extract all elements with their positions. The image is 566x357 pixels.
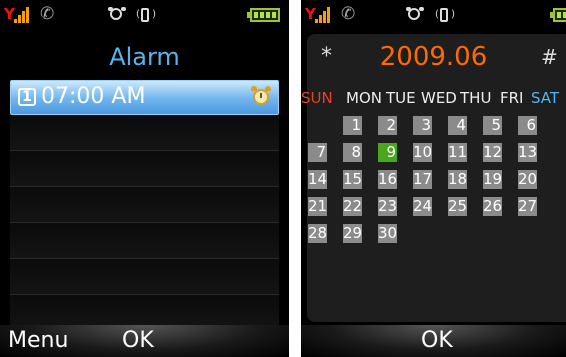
- weekday-label: WED: [421, 89, 457, 107]
- menu-softkey[interactable]: Menu: [8, 325, 68, 357]
- page-title: Alarm: [109, 43, 180, 71]
- alarm-set-icon: [250, 86, 272, 108]
- calendar-day[interactable]: 6: [518, 116, 537, 135]
- calendar-day[interactable]: 10: [413, 143, 432, 162]
- calendar-day[interactable]: 12: [483, 143, 502, 162]
- ok-softkey[interactable]: OK: [122, 325, 154, 357]
- calendar-day[interactable]: 4: [448, 116, 467, 135]
- ok-softkey[interactable]: OK: [421, 325, 453, 357]
- calendar-day[interactable]: 30: [378, 224, 397, 243]
- calendar-day[interactable]: 23: [378, 197, 397, 216]
- alarm-list: 1 07:00 AM: [10, 80, 279, 331]
- calendar-day[interactable]: 19: [483, 170, 502, 189]
- calendar-day[interactable]: 1: [343, 116, 362, 135]
- weekday-label: MON: [346, 89, 382, 107]
- weekday-label: TUE: [386, 89, 416, 107]
- vibrate-icon: (): [136, 8, 156, 22]
- alarm-time: 07:00 AM: [41, 84, 146, 109]
- calendar-day[interactable]: 28: [308, 224, 327, 243]
- battery-icon: [550, 8, 566, 22]
- calendar-day[interactable]: 24: [413, 197, 432, 216]
- calendar-day[interactable]: 16: [378, 170, 397, 189]
- weekday-label: SUN: [301, 89, 333, 107]
- calendar-day[interactable]: 15: [343, 170, 362, 189]
- calendar-day[interactable]: 26: [483, 197, 502, 216]
- softkey-bar: Menu OK: [0, 325, 289, 357]
- softkey-bar: OK: [301, 325, 566, 357]
- calendar-day[interactable]: 25: [448, 197, 467, 216]
- alarm-clock-icon: [108, 7, 126, 22]
- vibrate-icon: (): [435, 8, 455, 22]
- alarm-item[interactable]: 1 07:00 AM: [10, 80, 279, 115]
- calendar-day[interactable]: 2: [378, 116, 397, 135]
- alarm-empty-slot[interactable]: [10, 151, 279, 187]
- alarm-empty-slot[interactable]: [10, 223, 279, 259]
- status-bar: Y ✆ (): [0, 0, 289, 34]
- calendar-day[interactable]: 29: [343, 224, 362, 243]
- calendar-screen: Y ✆ () * 2009.06 # SUN MON TUE WED THU FRI SAT…: [301, 0, 566, 357]
- month-label: 2009.06: [379, 42, 488, 72]
- calendar-day[interactable]: 18: [448, 170, 467, 189]
- month-navigator: * 2009.06 #: [301, 40, 566, 80]
- calendar-day[interactable]: 17: [413, 170, 432, 189]
- alarm-clock-icon: [406, 7, 424, 22]
- alarm-empty-slot[interactable]: [10, 259, 279, 295]
- alarm-empty-slot[interactable]: [10, 115, 279, 151]
- alarm-number: 1: [18, 88, 36, 106]
- calendar-day[interactable]: 11: [448, 143, 467, 162]
- next-month-key[interactable]: #: [541, 46, 558, 68]
- calendar-day[interactable]: 14: [308, 170, 327, 189]
- calendar-day[interactable]: 3: [413, 116, 432, 135]
- call-icon: ✆: [341, 4, 356, 24]
- weekday-label: FRI: [500, 89, 524, 107]
- calendar-day[interactable]: 22: [343, 197, 362, 216]
- calendar-day[interactable]: 7: [308, 143, 327, 162]
- calendar-day[interactable]: 13: [518, 143, 537, 162]
- calendar-day[interactable]: 20: [518, 170, 537, 189]
- calendar-day[interactable]: 8: [343, 143, 362, 162]
- calendar-day[interactable]: 9: [378, 143, 397, 162]
- calendar-day[interactable]: 21: [308, 197, 327, 216]
- calendar-day[interactable]: 27: [518, 197, 537, 216]
- calendar-day[interactable]: 5: [483, 116, 502, 135]
- alarm-empty-slot[interactable]: [10, 187, 279, 223]
- battery-icon: [247, 8, 280, 22]
- weekday-label: THU: [460, 89, 492, 107]
- weekday-label: SAT: [531, 89, 560, 107]
- alarm-screen: Y ✆ () Alarm 1 07:00 AM Menu OK: [0, 0, 289, 357]
- status-bar: Y ✆ (): [301, 0, 566, 34]
- call-icon: ✆: [40, 4, 55, 24]
